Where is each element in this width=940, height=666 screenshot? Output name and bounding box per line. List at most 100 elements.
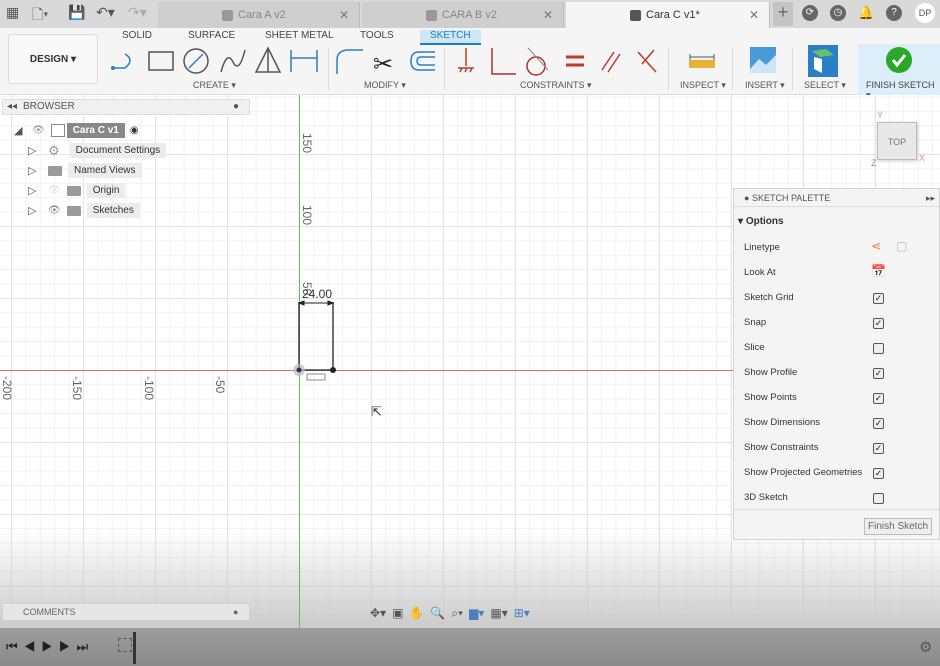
close-icon[interactable]: ✕ (339, 8, 349, 22)
timeline-controls[interactable]: ⏮◀▶▶⏭ (6, 639, 94, 655)
circle-tool-icon[interactable] (183, 48, 209, 74)
extensions-icon[interactable]: ⟳ (802, 5, 818, 21)
trim-tool-icon[interactable]: ✂ (373, 51, 393, 78)
tab-surface[interactable]: SURFACE (188, 30, 235, 41)
pin-icon[interactable]: ● (233, 100, 239, 114)
eye-hidden-icon[interactable]: 👁 (48, 185, 61, 196)
last-icon[interactable]: ⏭ (77, 639, 95, 654)
polygon-tool-icon[interactable] (254, 46, 282, 73)
parallel-icon[interactable] (601, 51, 621, 73)
option-checkbox[interactable]: ✓ (873, 443, 884, 454)
spline-tool-icon[interactable] (220, 49, 246, 73)
equal-icon[interactable] (566, 55, 584, 67)
option-checkbox[interactable]: ✓ (873, 318, 884, 329)
offset-tool-icon[interactable] (410, 51, 435, 71)
close-icon[interactable]: ✕ (749, 8, 759, 22)
grid-settings-icon[interactable]: ▦▾ (490, 606, 507, 620)
expand-icon[interactable]: ◢ (14, 124, 26, 137)
expand-icon[interactable]: ▷ (28, 144, 40, 157)
sketch-rectangle[interactable] (290, 295, 340, 385)
perpendicular-x-icon[interactable] (637, 49, 657, 73)
comments-panel[interactable]: COMMENTS ● (2, 603, 250, 621)
eye-icon[interactable]: 👁 (48, 205, 61, 216)
expand-icon[interactable]: ▷ (28, 164, 40, 177)
next-icon[interactable]: ▶ (59, 639, 77, 654)
dimension-label[interactable]: 24.00 (302, 287, 332, 301)
browser-item-origin[interactable]: ▷ 👁 Origin (14, 182, 166, 199)
pan-icon[interactable]: ✋ (409, 606, 424, 620)
option-checkbox[interactable]: ✓ (873, 293, 884, 304)
job-status-icon[interactable]: ◷ (830, 5, 846, 21)
file-menu-icon[interactable]: 🗋▾ (32, 4, 48, 28)
play-icon[interactable]: ▶ (41, 639, 59, 654)
options-section[interactable]: ▾ Options (738, 216, 784, 227)
pin-icon[interactable]: ● (744, 193, 752, 203)
tangent-icon[interactable] (526, 47, 549, 76)
eye-icon[interactable]: 👁 (32, 125, 45, 136)
tab-sketch[interactable]: SKETCH (420, 30, 481, 45)
browser-item-named-views[interactable]: ▷ Named Views (14, 162, 166, 179)
create-menu[interactable]: CREATE ▾ (193, 80, 236, 91)
close-icon[interactable]: ✕ (543, 8, 553, 22)
select-menu[interactable]: SELECT ▾ (804, 80, 846, 91)
viewcube[interactable]: TOP (877, 122, 917, 160)
undo-icon[interactable]: ↶▾ (96, 4, 115, 21)
measure-icon[interactable] (688, 50, 716, 72)
display-settings-icon[interactable]: ▆▾ (469, 606, 484, 620)
gear-icon[interactable]: ⚙ (919, 638, 932, 656)
orbit-icon[interactable]: ✥▾ (370, 606, 386, 620)
tab-sheet-metal[interactable]: SHEET METAL (265, 30, 334, 41)
line-tool-icon[interactable] (111, 53, 131, 70)
add-comment-icon[interactable]: ● (233, 604, 238, 620)
expand-icon[interactable]: ▷ (28, 204, 40, 217)
help-icon[interactable]: ? (886, 5, 902, 21)
expand-icon[interactable]: ▸▸ (926, 189, 935, 207)
rectangle-tool-icon[interactable] (148, 51, 174, 71)
browser-item-document-settings[interactable]: ▷ ⚙ Document Settings (14, 142, 167, 159)
option-checkbox[interactable] (873, 493, 884, 504)
app-grid-icon[interactable]: ▦ (6, 4, 19, 21)
fillet-tool-icon[interactable] (336, 49, 363, 74)
select-icon[interactable] (808, 45, 838, 77)
finish-sketch-palette-button[interactable]: Finish Sketch (864, 518, 932, 535)
coincident-icon[interactable] (458, 48, 474, 73)
sketch-feature-icon[interactable] (118, 638, 132, 652)
collapse-icon[interactable]: ◂◂ (7, 100, 17, 114)
expand-icon[interactable]: ▷ (28, 184, 40, 197)
option-checkbox[interactable]: ✓ (873, 468, 884, 479)
look-at-icon[interactable]: ▣ (392, 606, 403, 620)
palette-header[interactable]: ● SKETCH PALETTE ▸▸ (734, 189, 939, 207)
constraints-menu[interactable]: CONSTRAINTS ▾ (520, 80, 592, 91)
option-checkbox[interactable]: ✓ (873, 368, 884, 379)
tab-cara-a[interactable]: Cara A v2 ✕ (158, 2, 360, 28)
inspect-menu[interactable]: INSPECT ▾ (680, 80, 726, 91)
look-at-icon[interactable]: 📅 (871, 264, 886, 278)
first-icon[interactable]: ⏮ (6, 639, 24, 654)
browser-panel-header[interactable]: ◂◂ BROWSER ● (2, 99, 250, 115)
construction-linetype-icon[interactable]: ⋖ (871, 239, 881, 253)
perpendicular-icon[interactable] (491, 48, 516, 75)
previous-icon[interactable]: ◀ (24, 639, 42, 654)
tab-cara-b[interactable]: CARA B v2 ✕ (362, 2, 564, 28)
fit-icon[interactable]: ⌕▾ (451, 606, 463, 621)
activate-radio-icon[interactable]: ◉ (130, 125, 139, 136)
tab-tools[interactable]: TOOLS (360, 30, 394, 41)
redo-icon[interactable]: ↷▾ (128, 4, 147, 21)
option-checkbox[interactable] (873, 343, 884, 354)
insert-menu[interactable]: INSERT ▾ (745, 80, 785, 91)
modify-menu[interactable]: MODIFY ▾ (364, 80, 406, 91)
finish-sketch-button[interactable]: FINISH SKETCH ▾ (858, 44, 940, 100)
tab-cara-c[interactable]: Cara C v1* ✕ (566, 2, 770, 28)
new-tab-icon[interactable]: + (773, 2, 793, 26)
tab-solid[interactable]: SOLID (122, 30, 152, 41)
option-checkbox[interactable]: ✓ (873, 393, 884, 404)
workspace-dropdown[interactable]: DESIGN ▾ (8, 34, 98, 84)
zoom-icon[interactable]: 🔍 (430, 606, 445, 620)
insert-image-icon[interactable] (750, 47, 776, 73)
timeline-marker[interactable] (133, 632, 136, 664)
notifications-icon[interactable]: 🔔 (858, 5, 874, 21)
browser-root[interactable]: ◢ 👁 Cara C v1 ◉ (14, 122, 166, 139)
option-checkbox[interactable]: ✓ (873, 418, 884, 429)
dimension-tool-icon[interactable] (290, 50, 318, 72)
browser-item-sketches[interactable]: ▷ 👁 Sketches (14, 202, 166, 219)
